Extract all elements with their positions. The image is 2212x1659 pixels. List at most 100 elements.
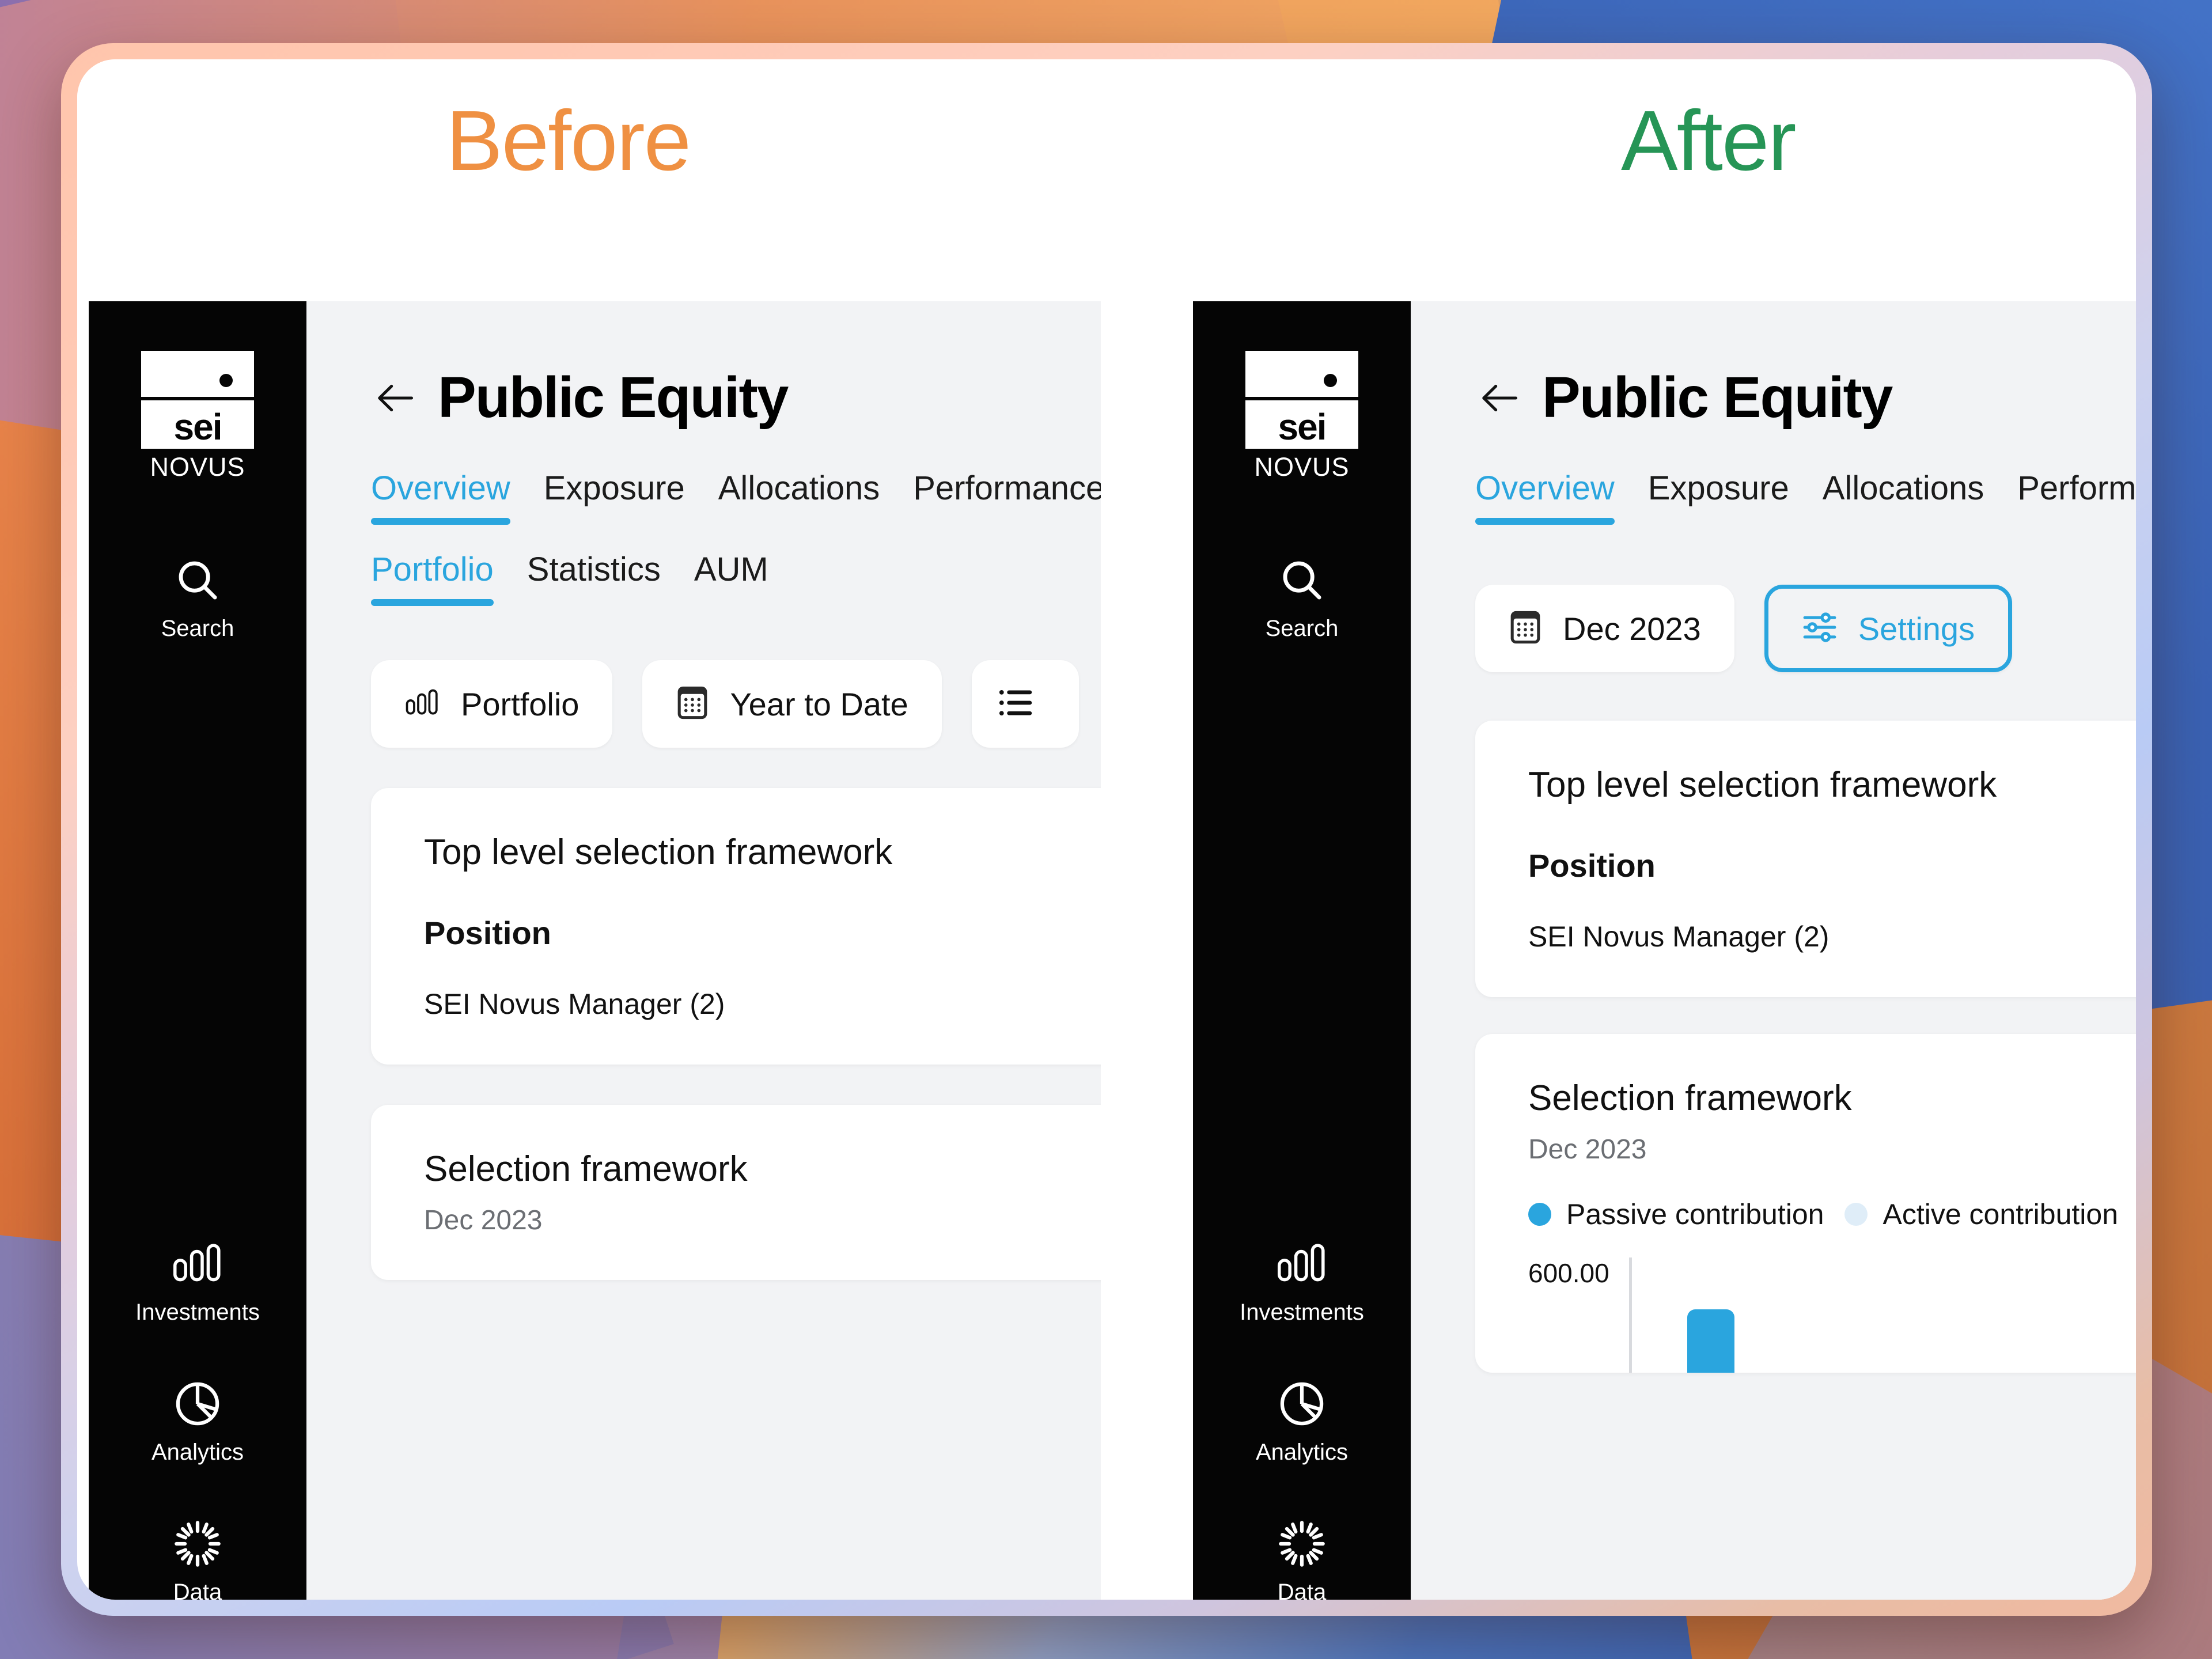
card-section-heading: Position [1528,847,1656,884]
selection-framework-chart: 600.00 [1528,1257,2136,1373]
chip-list-view[interactable] [971,660,1079,748]
chip-portfolio[interactable]: Portfolio [371,660,613,748]
sidebar-item-label: Analytics [1255,1440,1349,1465]
tab-allocations[interactable]: Allocations [718,469,880,525]
card-selection-framework-chart: Selection framework Dec 2023 Passive con… [1475,1034,2136,1373]
tab-aum[interactable]: AUM [694,550,768,606]
sidebar-item-investments[interactable]: Investments [89,1234,306,1325]
plot-area [1628,1257,2136,1373]
card-top-level-selection-framework: Top level selection framework Position S… [371,788,1101,1065]
sidebar-item-analytics[interactable]: Analytics [1193,1374,1411,1465]
comparison-label-row: Before After [77,59,2136,301]
sidebar-item-investments[interactable]: Investments [1193,1234,1411,1325]
tab-exposure[interactable]: Exposure [544,469,685,525]
before-label: Before [446,93,691,188]
sidebar-bottom-nav: Investments Analytics Data [1193,1234,1411,1600]
tab-performance[interactable]: Performance [2017,469,2136,525]
card-subtitle: Dec 2023 [1528,1134,1647,1165]
sliders-icon [1802,611,1838,647]
sidebar-item-label: Investments [135,1300,260,1325]
logo-wordmark: NOVUS [1254,452,1350,482]
sidebar-bottom-nav: Investments Analytics Data [89,1234,306,1600]
logo-dot-icon [219,374,233,387]
app-logo: sei NOVUS [141,351,254,482]
app-logo: sei NOVUS [1245,351,1358,482]
logo-brand-text: sei [173,406,223,448]
legend-swatch-icon [1844,1203,1868,1226]
chip-label: Year to Date [730,685,908,722]
main-content-after: Public Equity Overview Exposure Allocati… [1411,301,2136,1600]
legend-item-passive[interactable]: Passive contribution [1528,1198,1824,1231]
sidebar-item-data[interactable]: Data [1193,1514,1411,1600]
card-selection-framework: Selection framework Dec 2023 [371,1105,1101,1280]
tab-portfolio[interactable]: Portfolio [371,550,494,606]
sunburst-spinner-icon [1277,1514,1327,1574]
settings-button[interactable]: Settings [1764,585,2013,672]
card-title: Top level selection framework [1528,765,1997,805]
tab-exposure[interactable]: Exposure [1648,469,1789,525]
logo-top-block [141,351,254,397]
sidebar-item-analytics[interactable]: Analytics [89,1374,306,1465]
settings-label: Settings [1858,610,1975,647]
primary-tabs: Overview Exposure Allocations Performanc… [306,469,1101,525]
back-arrow-icon[interactable] [1474,373,1525,423]
sidebar-item-label: Investments [1240,1300,1364,1325]
logo-dot-icon [1324,374,1337,387]
page-header: Public Equity [1411,301,2136,431]
logo-wordmark: NOVUS [150,452,245,482]
search-icon [1277,550,1327,610]
tab-overview[interactable]: Overview [1475,469,1615,525]
card-subtitle: Dec 2023 [424,1205,543,1236]
logo-top-block [1245,351,1358,397]
app-window-body: Before After sei NOVUS Search Investment… [77,59,2136,1600]
pie-chart-icon [172,1374,223,1434]
bar-chart-icon [404,686,440,722]
sidebar-item-label: Data [173,1580,222,1600]
card-section-heading: Position [424,915,551,951]
tab-performance[interactable]: Performance [913,469,1101,525]
y-axis-tick-label: 600.00 [1528,1258,1609,1288]
pie-chart-icon [1277,1374,1327,1434]
back-arrow-icon[interactable] [370,373,421,423]
logo-mark-icon: sei [141,351,254,449]
sidebar-before: sei NOVUS Search Investments Analytics D… [89,301,306,1600]
sidebar-item-label: Data [1277,1580,1327,1600]
bar-passive-contribution[interactable] [1687,1309,1734,1373]
sidebar-item-search[interactable]: Search [1193,550,1411,642]
main-content-before: Public Equity Overview Exposure Allocati… [306,301,1101,1600]
list-icon [997,686,1033,722]
logo-bottom-block: sei [141,400,254,449]
chip-year-to-date[interactable]: Year to Date [642,660,942,748]
date-picker-button[interactable]: Dec 2023 [1475,585,1734,672]
tab-overview[interactable]: Overview [371,469,510,525]
search-icon [173,550,222,610]
logo-brand-text: sei [1278,406,1327,448]
tab-allocations[interactable]: Allocations [1823,469,1984,525]
calendar-icon [676,685,709,724]
filter-chip-row: Portfolio Year to Date [306,660,1101,748]
after-label: After [1621,93,1797,188]
sidebar-item-label: Search [1265,616,1339,641]
sidebar-after: sei NOVUS Search Investments Analytics D… [1193,301,1411,1600]
card-title: Selection framework [424,1149,748,1189]
card-row-value: SEI Novus Manager (2) [1528,921,1830,953]
tab-statistics[interactable]: Statistics [527,550,661,606]
card-top-level-selection-framework: Top level selection framework Position S… [1475,721,2136,997]
page-title: Public Equity [438,365,789,430]
sidebar-item-data[interactable]: Data [89,1514,306,1600]
after-screenshot-pane: sei NOVUS Search Investments Analytics D… [1193,301,2136,1600]
legend-item-active[interactable]: Active contribution [1844,1198,2118,1231]
card-title: Top level selection framework [424,832,893,872]
secondary-tabs: Portfolio Statistics AUM [306,550,1101,606]
control-row: Dec 2023 Settings [1411,585,2136,672]
logo-bottom-block: sei [1245,400,1358,449]
legend-swatch-icon [1528,1203,1551,1226]
legend-label: Active contribution [1883,1198,2119,1230]
page-title: Public Equity [1542,365,1893,430]
sidebar-item-label: Search [161,616,234,641]
sunburst-spinner-icon [172,1514,223,1574]
primary-tabs: Overview Exposure Allocations Performanc… [1411,469,2136,525]
bar-chart-icon [171,1234,224,1294]
sidebar-item-search[interactable]: Search [89,550,306,642]
before-screenshot-pane: sei NOVUS Search Investments Analytics D… [89,301,1101,1600]
